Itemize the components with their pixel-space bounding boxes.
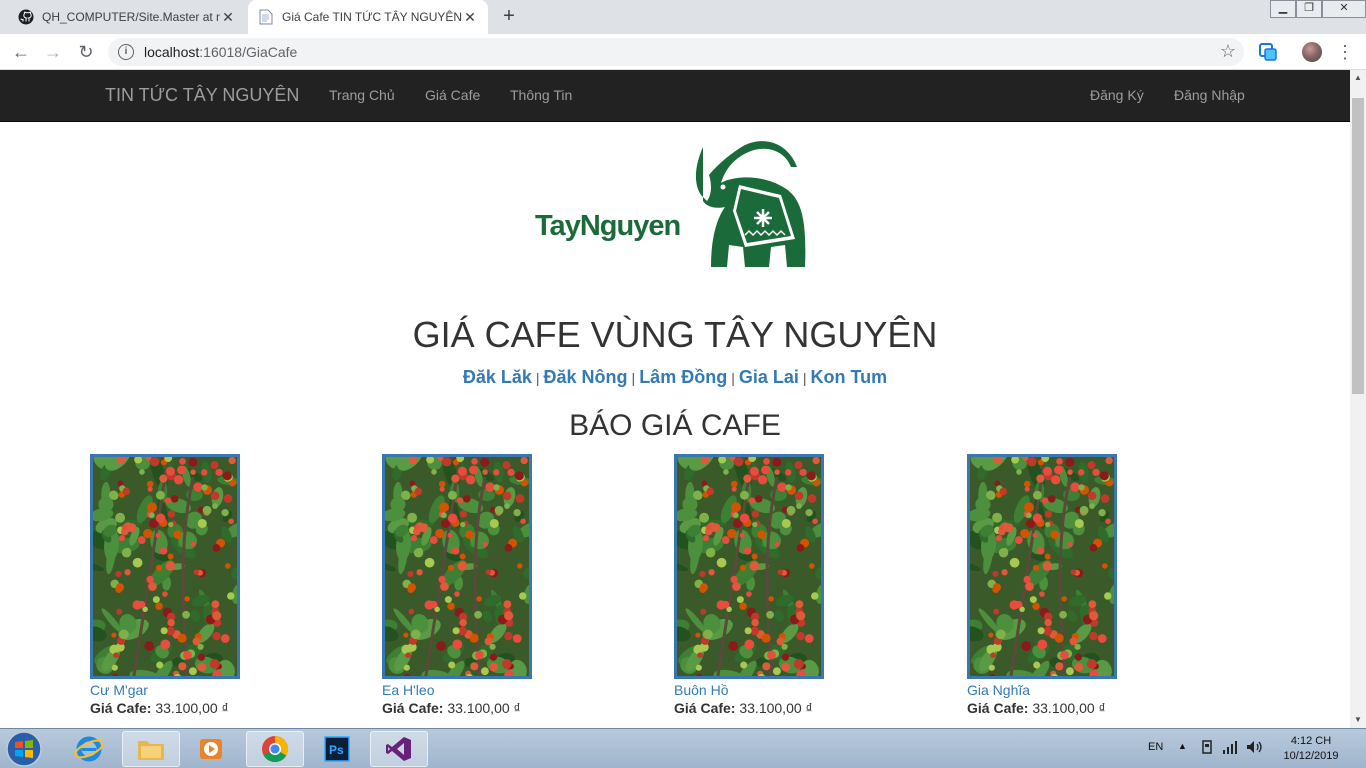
window-close-icon[interactable]: ✕ <box>1322 0 1366 18</box>
signal-bars-icon[interactable] <box>1222 740 1238 768</box>
forward-arrow-icon[interactable]: → <box>41 40 65 64</box>
coffee-photo-graphic <box>385 457 529 676</box>
coffee-photo-graphic <box>970 457 1114 676</box>
price-label: Giá Cafe: <box>674 700 736 716</box>
language-indicator[interactable]: EN <box>1148 741 1163 768</box>
product-name-link[interactable]: Cư M'gar <box>90 682 290 698</box>
scrollbar-thumb[interactable] <box>1352 98 1364 394</box>
price-label: Giá Cafe: <box>382 700 444 716</box>
page-title: GIÁ CAFE VÙNG TÂY NGUYÊN <box>412 314 938 355</box>
price-value: 33.100,00 ₫ <box>739 700 813 716</box>
section-title: BÁO GIÁ CAFE <box>569 409 781 442</box>
media-player-icon[interactable] <box>182 731 240 767</box>
price-label: Giá Cafe: <box>90 700 152 716</box>
price-value: 33.100,00 ₫ <box>1032 700 1106 716</box>
product-price: Giá Cafe: 33.100,00 ₫ <box>967 700 1167 716</box>
back-arrow-icon[interactable]: ← <box>9 40 33 64</box>
region-link-dak-nong[interactable]: Đăk Nông <box>544 367 628 387</box>
bookmark-star-icon[interactable]: ☆ <box>1220 41 1236 62</box>
region-link-gia-lai[interactable]: Gia Lai <box>739 367 799 387</box>
window-controls: ▁ ❐ ✕ <box>1270 0 1366 18</box>
coffee-photo-graphic <box>677 457 821 676</box>
reload-icon[interactable]: ↻ <box>74 40 98 64</box>
tab-title: QH_COMPUTER/Site.Master at m <box>42 10 220 24</box>
product-price: Giá Cafe: 33.100,00 ₫ <box>674 700 874 716</box>
windows-start-icon[interactable] <box>4 730 44 768</box>
region-link-kon-tum[interactable]: Kon Tum <box>811 367 888 387</box>
minimize-icon[interactable]: ▁ <box>1270 0 1296 18</box>
region-separator: | <box>731 370 735 386</box>
tab-github[interactable]: QH_COMPUTER/Site.Master at m ✕ <box>8 0 246 34</box>
product-price: Giá Cafe: 33.100,00 ₫ <box>90 700 290 716</box>
product-price: Giá Cafe: 33.100,00 ₫ <box>382 700 582 716</box>
nav-dang-nhap[interactable]: Đăng Nhập <box>1174 87 1245 103</box>
coffee-image[interactable] <box>382 454 532 679</box>
nav-gia-cafe[interactable]: Giá Cafe <box>425 87 480 103</box>
region-separator: | <box>802 370 807 386</box>
extension-icon[interactable] <box>1258 42 1278 62</box>
volume-icon[interactable] <box>1246 740 1264 768</box>
restore-icon[interactable]: ❐ <box>1296 0 1322 18</box>
region-separator: | <box>535 370 540 386</box>
coffee-photo-graphic <box>93 457 237 676</box>
profile-avatar[interactable] <box>1302 42 1322 62</box>
coffee-image[interactable] <box>967 454 1117 679</box>
url-host: localhost <box>144 44 200 60</box>
url-path: :16018/GiaCafe <box>199 44 298 60</box>
page-icon <box>258 9 274 25</box>
tray-expand-icon[interactable]: ▲ <box>1178 741 1187 768</box>
coffee-image[interactable] <box>90 454 240 679</box>
product-name-link[interactable]: Ea H'leo <box>382 682 582 698</box>
clock-date: 10/12/2019 <box>1283 750 1339 762</box>
info-icon[interactable]: i <box>118 44 134 60</box>
tab-title: Giá Cafe TIN TỨC TÂY NGUYÊN <box>282 10 462 24</box>
scroll-up-icon[interactable]: ▲ <box>1350 70 1366 86</box>
page-scrollbar[interactable]: ▲ ▼ <box>1350 70 1366 728</box>
windows-taskbar: Ps EN ▲ 4:12 CH 10/12/2019 <box>0 728 1366 768</box>
browser-tabstrip: QH_COMPUTER/Site.Master at m ✕ Giá Cafe … <box>0 0 1366 34</box>
product-card: Cư M'gar Giá Cafe: 33.100,00 ₫ <box>90 454 290 716</box>
price-label: Giá Cafe: <box>967 700 1029 716</box>
product-card: Gia Nghĩa Giá Cafe: 33.100,00 ₫ <box>967 454 1167 716</box>
chrome-icon[interactable] <box>246 731 304 767</box>
nav-trang-chu[interactable]: Trang Chủ <box>329 87 395 103</box>
nav-thong-tin[interactable]: Thông Tin <box>510 87 572 103</box>
price-value: 33.100,00 ₫ <box>447 700 521 716</box>
internet-explorer-icon[interactable] <box>60 731 118 767</box>
clock-time: 4:12 CH <box>1290 735 1332 747</box>
github-icon <box>18 9 34 25</box>
file-explorer-icon[interactable] <box>122 731 180 767</box>
coffee-image[interactable] <box>674 454 824 679</box>
menu-kebab-icon[interactable]: ⋮ <box>1336 40 1354 64</box>
tab-close-icon[interactable]: ✕ <box>220 9 236 25</box>
scroll-down-icon[interactable]: ▼ <box>1350 712 1366 728</box>
site-brand[interactable]: TIN TỨC TÂY NGUYÊN <box>105 85 299 106</box>
region-link-lam-dong[interactable]: Lâm Đồng <box>639 367 727 387</box>
product-card: Ea H'leo Giá Cafe: 33.100,00 ₫ <box>382 454 582 716</box>
site-navbar: TIN TỨC TÂY NGUYÊN Trang Chủ Giá Cafe Th… <box>0 70 1350 122</box>
photoshop-icon[interactable]: Ps <box>308 731 366 767</box>
logo-text: TayNguyen <box>535 210 680 242</box>
tab-gia-cafe[interactable]: Giá Cafe TIN TỨC TÂY NGUYÊN ✕ <box>248 0 488 34</box>
browser-toolbar: ← → ↻ i localhost:16018/GiaCafe ☆ <box>0 34 1366 70</box>
region-link-dak-lak[interactable]: Đăk Lăk <box>463 367 532 387</box>
price-value: 33.100,00 ₫ <box>155 700 229 716</box>
region-separator: | <box>631 370 636 386</box>
product-name-link[interactable]: Buôn Hồ <box>674 682 874 698</box>
product-name-link[interactable]: Gia Nghĩa <box>967 682 1167 698</box>
tab-close-icon[interactable]: ✕ <box>462 9 478 25</box>
svg-text:Ps: Ps <box>329 743 344 757</box>
nav-dang-ky[interactable]: Đăng Ký <box>1090 87 1144 103</box>
new-tab-button[interactable]: + <box>498 6 520 28</box>
tay-nguyen-logo: TayNguyen <box>535 135 810 270</box>
region-links: Đăk Lăk | Đăk Nông | Lâm Đồng | Gia Lai | Kon Tu… <box>0 367 1350 388</box>
address-bar[interactable]: i localhost:16018/GiaCafe ☆ <box>108 38 1244 66</box>
system-clock[interactable]: 4:12 CH 10/12/2019 <box>1276 734 1346 764</box>
visual-studio-icon[interactable] <box>370 731 428 767</box>
product-card: Buôn Hồ Giá Cafe: 33.100,00 ₫ <box>674 454 874 716</box>
tray-network-settings-icon[interactable] <box>1200 739 1214 768</box>
